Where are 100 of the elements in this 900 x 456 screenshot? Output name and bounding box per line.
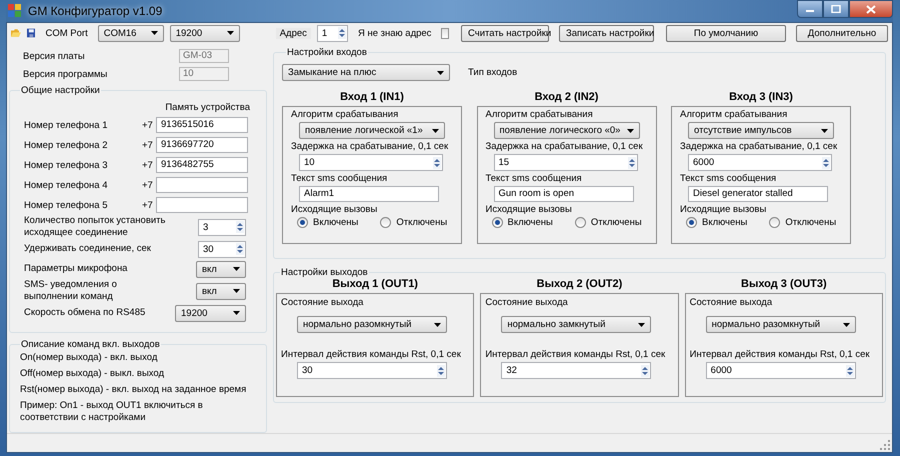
caret-icon xyxy=(150,31,158,35)
phone-label: Номер телефона 1 xyxy=(24,120,108,130)
panel-title: Описание команд вкл. выходов xyxy=(20,339,161,350)
checkbox[interactable] xyxy=(441,28,449,38)
number-spinner[interactable]: 10 xyxy=(299,154,443,171)
caret-icon xyxy=(233,289,240,293)
field-label: Исходящие вызовы xyxy=(680,204,768,215)
address-spinner[interactable]: 1 xyxy=(316,24,348,42)
algorithm-dropdown[interactable]: появление логического «0» xyxy=(494,122,640,139)
column-header: Память устройства xyxy=(165,102,250,113)
number-spinner[interactable]: 30 xyxy=(297,362,447,379)
caret-icon xyxy=(434,322,441,326)
phone-label: Номер телефона 3 xyxy=(24,160,108,170)
spin-arrows-icon xyxy=(628,156,636,168)
field-label: Исходящие вызовы xyxy=(486,204,573,215)
phone-prefix: +7 xyxy=(142,120,154,130)
phone-prefix: +7 xyxy=(142,180,154,190)
number-spinner[interactable]: 30 xyxy=(198,240,246,258)
command-description: Off(номер выхода) - выкл. выход xyxy=(19,367,166,381)
number-spinner[interactable]: 6000 xyxy=(706,362,856,379)
checkbox-label: Я не знаю адрес xyxy=(356,28,432,38)
command-description: Пример: On1 - выход OUT1 включиться в соответствии с настройками xyxy=(19,399,204,425)
setting-label: Параметры микрофона xyxy=(24,263,128,275)
version-field: GM-03 xyxy=(179,49,229,63)
sms-text-field[interactable]: Alarm1 xyxy=(299,186,439,202)
input-title: Вход 1 (IN1) xyxy=(340,91,404,103)
caret-icon xyxy=(626,128,634,132)
state-dropdown[interactable]: нормально разомкнутый xyxy=(297,316,447,333)
input-title: Вход 2 (IN2) xyxy=(534,91,598,103)
input-title: Вход 3 (IN3) xyxy=(729,91,793,103)
phone-field[interactable] xyxy=(156,177,248,193)
toolbar-button[interactable]: Дополнительно xyxy=(796,24,888,42)
spin-arrows-icon xyxy=(641,364,650,376)
minimize-button[interactable] xyxy=(797,0,823,18)
version-label: Версия платы xyxy=(23,50,86,62)
field-label: Алгоритм срабатывания xyxy=(291,109,400,120)
dropdown[interactable]: 19200 xyxy=(175,304,246,322)
spin-arrows-icon xyxy=(236,243,244,255)
panel-title: Настройки входов xyxy=(286,47,368,58)
caret-icon xyxy=(437,70,444,74)
phone-label: Номер телефона 4 xyxy=(24,180,108,190)
caret-icon xyxy=(821,128,828,132)
phone-prefix: +7 xyxy=(142,160,154,170)
caret-icon xyxy=(432,128,439,132)
setting-label: SMS- уведомления о выполнении команд xyxy=(24,279,118,303)
sms-text-field[interactable]: Diesel generator stalled xyxy=(688,186,828,202)
setting-label: Скорость обмена по RS485 xyxy=(24,307,146,319)
field-label: Алгоритм срабатывания xyxy=(486,109,594,120)
field-label: Состояние выхода xyxy=(690,297,774,308)
field-label: Задержка на срабатывание, 0,1 сек xyxy=(486,141,644,152)
phone-field[interactable]: 9136482755 xyxy=(156,157,248,173)
number-spinner[interactable]: 3 xyxy=(198,218,246,236)
spin-arrows-icon xyxy=(338,27,346,39)
number-spinner[interactable]: 32 xyxy=(501,362,652,379)
phone-field[interactable] xyxy=(156,197,248,213)
port-dropdown[interactable]: COM16 xyxy=(98,24,164,42)
state-dropdown[interactable]: нормально разомкнутый xyxy=(706,316,856,333)
spin-arrows-icon xyxy=(846,364,854,376)
number-spinner[interactable]: 15 xyxy=(494,154,638,171)
caret-icon xyxy=(233,311,240,315)
radio-option[interactable]: Включены xyxy=(297,217,358,228)
algorithm-dropdown[interactable]: отсутствие импульсов xyxy=(688,122,834,139)
field-label: Текст sms сообщения xyxy=(680,173,778,184)
state-dropdown[interactable]: нормально замкнутый xyxy=(501,316,652,333)
phone-field[interactable]: 9136515016 xyxy=(156,117,248,133)
version-field: 10 xyxy=(179,67,229,81)
radio-option[interactable]: Включены xyxy=(686,217,748,228)
field-label: Состояние выхода xyxy=(485,297,569,308)
setting-label: Удерживать соединение, сек xyxy=(24,243,151,255)
field-label: Интервал действия команды Rst, 0,1 сек xyxy=(485,349,666,360)
spin-arrows-icon xyxy=(433,156,441,168)
maximize-icon xyxy=(831,5,841,13)
setting-label: Количество попыток установить исходящее соединение xyxy=(24,215,166,239)
baud-dropdown[interactable]: 19200 xyxy=(170,24,240,42)
toolbar-button[interactable]: По умолчанию xyxy=(666,24,786,42)
radio-option[interactable]: Отключены xyxy=(769,217,836,228)
caret-icon xyxy=(233,267,240,271)
dropdown[interactable]: вкл xyxy=(196,282,246,300)
radio-option[interactable]: Отключены xyxy=(380,217,448,228)
caret-icon xyxy=(226,31,234,35)
maximize-button[interactable] xyxy=(823,0,849,18)
command-description: On(номер выхода) - вкл. выход xyxy=(19,351,158,365)
radio-option[interactable]: Включены xyxy=(492,217,553,228)
input-type-dropdown[interactable]: Замыкание на плюс xyxy=(282,64,450,81)
number-spinner[interactable]: 6000 xyxy=(688,154,832,171)
algorithm-dropdown[interactable]: появление логической «1» xyxy=(299,122,445,139)
resize-grip-icon[interactable] xyxy=(880,440,890,450)
com-port-label: COM Port xyxy=(44,28,89,38)
field-label: Состояние выхода xyxy=(281,297,364,308)
field-label: Интервал действия команды Rst, 0,1 сек xyxy=(281,349,462,360)
toolbar-button[interactable]: Считать настройки xyxy=(460,24,549,42)
sms-text-field[interactable]: Gun room is open xyxy=(494,186,634,202)
field-label: Исходящие вызовы xyxy=(291,204,378,215)
toolbar-button[interactable]: Записать настройки xyxy=(558,24,654,42)
phone-field[interactable]: 9136697720 xyxy=(156,137,248,153)
radio-option[interactable]: Отключены xyxy=(574,217,642,228)
dropdown[interactable]: вкл xyxy=(196,260,246,278)
close-button[interactable] xyxy=(849,0,893,18)
phone-label: Номер телефона 5 xyxy=(24,200,108,210)
caret-icon xyxy=(842,322,850,326)
